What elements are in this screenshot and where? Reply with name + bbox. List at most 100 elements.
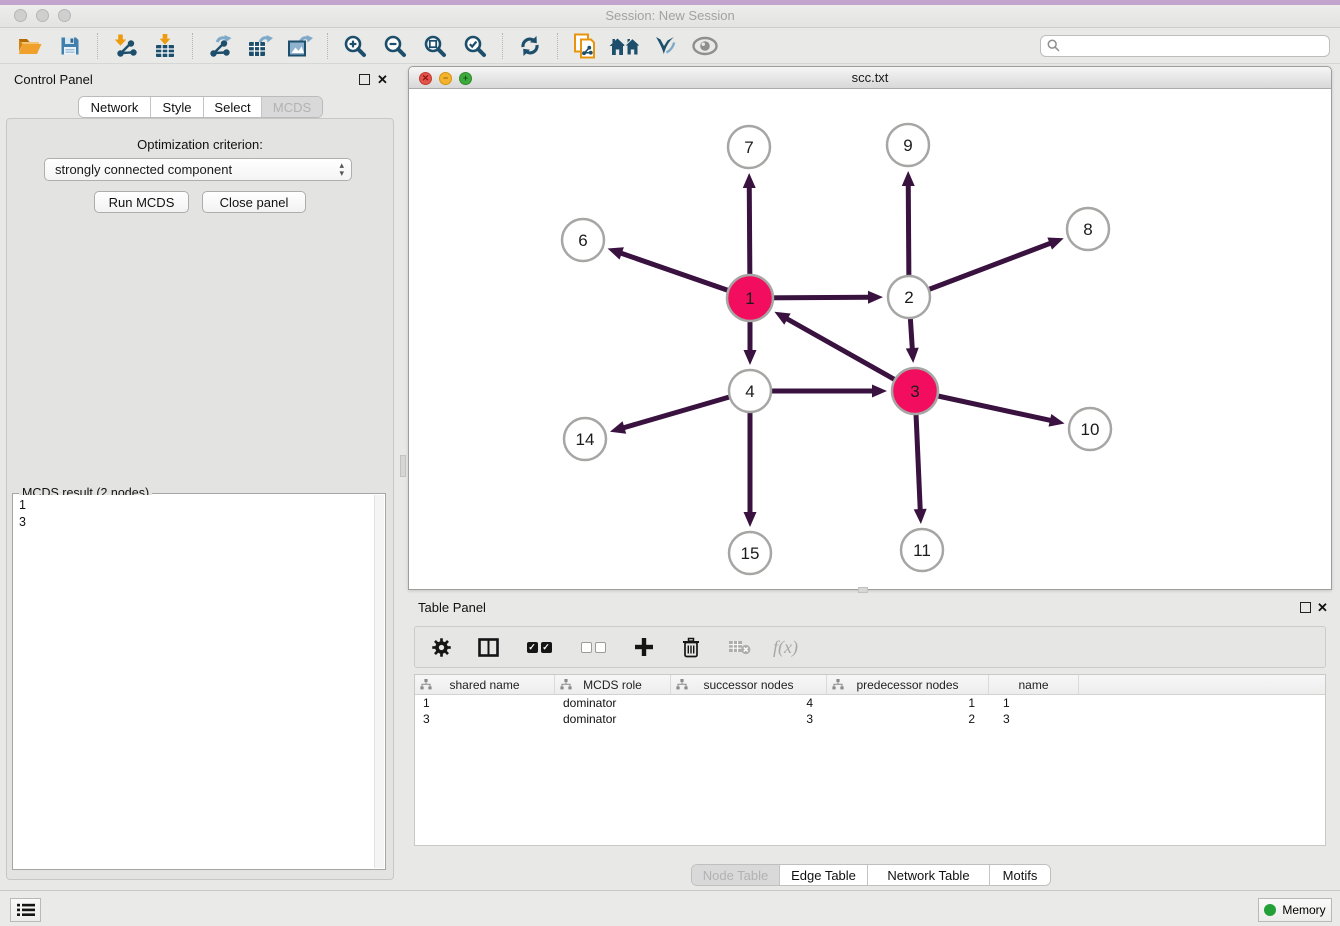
zoom-in-icon — [343, 34, 367, 58]
node-table: shared name MCDS role successor nodes pr… — [414, 674, 1326, 846]
tab-motifs[interactable]: Motifs — [990, 865, 1050, 885]
delete-table-button[interactable] — [726, 632, 752, 662]
export-image-button[interactable] — [283, 31, 317, 61]
tab-network[interactable]: Network — [79, 97, 151, 117]
column-header-successor-nodes[interactable]: successor nodes — [671, 675, 827, 694]
cell-predecessor-nodes[interactable]: 1 — [827, 696, 989, 710]
hierarchy-icon — [832, 679, 844, 690]
mcds-result-line: 1 — [19, 497, 369, 514]
checked-box-icon: ✓ — [527, 642, 538, 653]
import-network-button[interactable] — [108, 31, 142, 61]
toolbar-separator — [502, 33, 503, 59]
tab-mcds[interactable]: MCDS — [262, 97, 322, 117]
split-columns-button[interactable] — [476, 632, 500, 662]
tab-node-table[interactable]: Node Table — [692, 865, 780, 885]
export-network-icon — [207, 34, 233, 58]
graph-edge-arrowhead — [1047, 237, 1063, 249]
cell-successor-nodes[interactable]: 4 — [671, 696, 827, 710]
tab-style[interactable]: Style — [151, 97, 204, 117]
show-hide-panels-button[interactable] — [688, 31, 722, 61]
column-header-shared-name[interactable]: shared name — [415, 675, 555, 694]
splitter-handle-vertical[interactable] — [400, 455, 406, 477]
add-column-button[interactable] — [632, 632, 656, 662]
graph-node-label: 14 — [576, 430, 595, 449]
cell-successor-nodes[interactable]: 3 — [671, 712, 827, 726]
table-row[interactable]: 1 dominator 4 1 1 — [415, 695, 1325, 711]
memory-status-icon — [1264, 904, 1276, 916]
function-builder-icon[interactable]: f(x) — [773, 637, 798, 658]
mcds-result-scrollbar[interactable] — [374, 495, 384, 868]
select-all-button[interactable]: ✓ ✓ — [524, 632, 554, 662]
table-settings-button[interactable] — [430, 632, 452, 662]
window-title: Session: New Session — [0, 8, 1340, 23]
refresh-icon — [518, 34, 542, 58]
graph-edge-arrowhead — [868, 291, 883, 304]
control-panel-float-button[interactable] — [359, 74, 370, 85]
import-network-icon — [112, 34, 138, 58]
hierarchy-icon — [676, 679, 688, 690]
graph-node-label: 15 — [741, 544, 760, 563]
mcds-result-text[interactable]: 1 3 — [14, 495, 374, 868]
zoom-out-button[interactable] — [378, 31, 412, 61]
tab-edge-table[interactable]: Edge Table — [780, 865, 868, 885]
cell-shared-name[interactable]: 1 — [415, 696, 555, 710]
delete-column-button[interactable] — [680, 632, 702, 662]
memory-button[interactable]: Memory — [1258, 898, 1332, 922]
table-panel-close-button[interactable]: ✕ — [1317, 602, 1328, 613]
import-table-button[interactable] — [148, 31, 182, 61]
graph-node-label: 6 — [578, 231, 587, 250]
cell-shared-name[interactable]: 3 — [415, 712, 555, 726]
table-row[interactable]: 3 dominator 3 2 3 — [415, 711, 1325, 727]
open-session-button[interactable] — [13, 31, 47, 61]
cell-name[interactable]: 1 — [989, 696, 1079, 710]
close-panel-button[interactable]: Close panel — [202, 191, 306, 213]
network-canvas[interactable]: 7968124314101511 — [409, 89, 1331, 589]
network-window-titlebar[interactable]: ✕ − + scc.txt — [409, 67, 1331, 89]
run-mcds-button[interactable]: Run MCDS — [94, 191, 189, 213]
toolbar-separator — [97, 33, 98, 59]
cell-name[interactable]: 3 — [989, 712, 1079, 726]
export-network-button[interactable] — [203, 31, 237, 61]
home-layout-button[interactable] — [608, 31, 642, 61]
trash-icon — [682, 637, 700, 658]
application-window: { "window": { "title": "Session: New Ses… — [0, 0, 1340, 926]
gear-icon — [432, 638, 451, 657]
refresh-network-button[interactable] — [513, 31, 547, 61]
table-panel-float-button[interactable] — [1300, 602, 1311, 613]
copy-network-button[interactable] — [568, 31, 602, 61]
zoom-fit-icon — [423, 34, 447, 58]
titlebar: Session: New Session — [0, 5, 1340, 28]
network-view-window: ✕ − + scc.txt 7968124314101511 — [408, 66, 1332, 590]
delete-table-icon — [728, 639, 751, 655]
task-history-button[interactable] — [10, 898, 41, 922]
deselect-all-button[interactable] — [578, 632, 608, 662]
tab-select[interactable]: Select — [204, 97, 262, 117]
search-input[interactable] — [1064, 39, 1323, 53]
column-header-predecessor-nodes[interactable]: predecessor nodes — [827, 675, 989, 694]
zoom-selected-button[interactable] — [458, 31, 492, 61]
main-toolbar — [0, 28, 1340, 64]
tab-network-table[interactable]: Network Table — [868, 865, 990, 885]
export-table-icon — [247, 34, 273, 58]
toolbar-separator — [557, 33, 558, 59]
control-panel-close-button[interactable]: ✕ — [377, 74, 388, 85]
zoom-in-button[interactable] — [338, 31, 372, 61]
cell-mcds-role[interactable]: dominator — [555, 712, 671, 726]
hierarchy-icon — [560, 679, 572, 690]
column-header-mcds-role[interactable]: MCDS role — [555, 675, 671, 694]
import-table-icon — [153, 34, 177, 58]
zoom-fit-button[interactable] — [418, 31, 452, 61]
table-panel-tabs: Node Table Edge Table Network Table Moti… — [691, 864, 1051, 886]
criterion-value: strongly connected component — [55, 162, 232, 177]
cell-predecessor-nodes[interactable]: 2 — [827, 712, 989, 726]
graph-edge-arrowhead — [1049, 414, 1065, 427]
criterion-dropdown[interactable]: strongly connected component ▴▾ — [44, 158, 352, 181]
toggle-graphics-details-button[interactable] — [648, 31, 682, 61]
search-field[interactable] — [1040, 35, 1330, 57]
save-session-button[interactable] — [53, 31, 87, 61]
splitter-handle-horizontal[interactable] — [858, 587, 868, 593]
column-header-name[interactable]: name — [989, 675, 1079, 694]
cell-mcds-role[interactable]: dominator — [555, 696, 671, 710]
graph-edge-2-8[interactable] — [909, 243, 1052, 297]
export-table-button[interactable] — [243, 31, 277, 61]
